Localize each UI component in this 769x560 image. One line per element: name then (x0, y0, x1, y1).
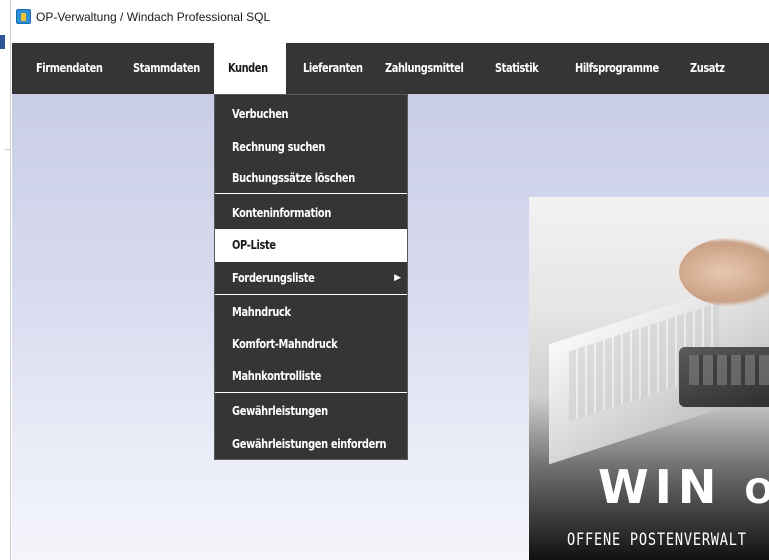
menu-kunden[interactable]: Kunden (214, 43, 286, 94)
dropdown-separator (215, 193, 407, 194)
banner-subtitle: OFFENE POSTENVERWALT (567, 530, 747, 550)
window-title: OP-Verwaltung / Windach Professional SQL (36, 10, 271, 24)
product-banner: WIN OPI OFFENE POSTENVERWALT (529, 197, 769, 560)
dropdown-item-label: Mahnkontrolliste (232, 369, 321, 383)
banner-title-main: WIN (598, 460, 723, 514)
dropdown-item-konteninformation[interactable]: Konteninformation (215, 197, 407, 230)
dropdown-separator (215, 294, 407, 295)
menu-zusatz[interactable]: Zusatz (690, 43, 725, 94)
banner-title-partial: OPI (744, 472, 769, 512)
menu-statistik[interactable]: Statistik (495, 43, 539, 94)
dropdown-item-label: OP-Liste (232, 238, 276, 252)
dropdown-item-verbuchen[interactable]: Verbuchen (215, 98, 407, 131)
dropdown-item-mahnkontrolliste[interactable]: Mahnkontrolliste (215, 360, 407, 393)
menu-lieferanten[interactable]: Lieferanten (303, 43, 363, 94)
dropdown-item-rechnung-suchen[interactable]: Rechnung suchen (215, 131, 407, 164)
title-bar[interactable]: OP-Verwaltung / Windach Professional SQL (11, 0, 769, 34)
dropdown-item-label: Komfort-Mahndruck (232, 337, 338, 351)
dropdown-item-label: Konteninformation (232, 206, 332, 220)
menu-hilfsprogramme[interactable]: Hilfsprogramme (575, 43, 659, 94)
main-menu-bar: Firmendaten Stammdaten Kunden Lieferante… (12, 43, 769, 94)
dropdown-item-label: Mahndruck (232, 305, 291, 319)
dropdown-item-komfort-mahndruck[interactable]: Komfort-Mahndruck (215, 328, 407, 361)
dropdown-item-label: Forderungsliste (232, 271, 315, 285)
dropdown-item-label: Verbuchen (232, 107, 289, 121)
dropdown-item-label: Gewährleistungen einfordern (232, 437, 387, 451)
submenu-arrow-icon: ▶ (394, 273, 401, 283)
kunden-dropdown-menu: Verbuchen Rechnung suchen Buchungssätze … (214, 94, 408, 460)
menu-stammdaten[interactable]: Stammdaten (133, 43, 200, 94)
dropdown-item-label: Rechnung suchen (232, 140, 326, 154)
dropdown-item-op-liste[interactable]: OP-Liste (215, 229, 407, 262)
dropdown-item-gewaehrleistungen-einfordern[interactable]: Gewährleistungen einfordern (215, 428, 407, 461)
dropdown-item-gewaehrleistungen[interactable]: Gewährleistungen (215, 395, 407, 428)
menu-kunden-label: Kunden (227, 61, 268, 75)
banner-title: WIN OPI (598, 464, 769, 510)
dropdown-item-buchungssaetze-loeschen[interactable]: Buchungssätze löschen (215, 162, 407, 195)
dropdown-item-label: Gewährleistungen (232, 404, 328, 418)
menu-zahlungsmittel[interactable]: Zahlungsmittel (385, 43, 464, 94)
dropdown-item-forderungsliste[interactable]: Forderungsliste ▶ (215, 262, 407, 295)
menu-firmendaten[interactable]: Firmendaten (36, 43, 103, 94)
background-window-accent (0, 35, 5, 49)
dropdown-separator (215, 392, 407, 393)
dropdown-item-label: Buchungssätze löschen (232, 171, 355, 185)
app-icon (16, 9, 31, 24)
banner-calculator-image (679, 347, 769, 407)
dropdown-item-mahndruck[interactable]: Mahndruck (215, 296, 407, 329)
